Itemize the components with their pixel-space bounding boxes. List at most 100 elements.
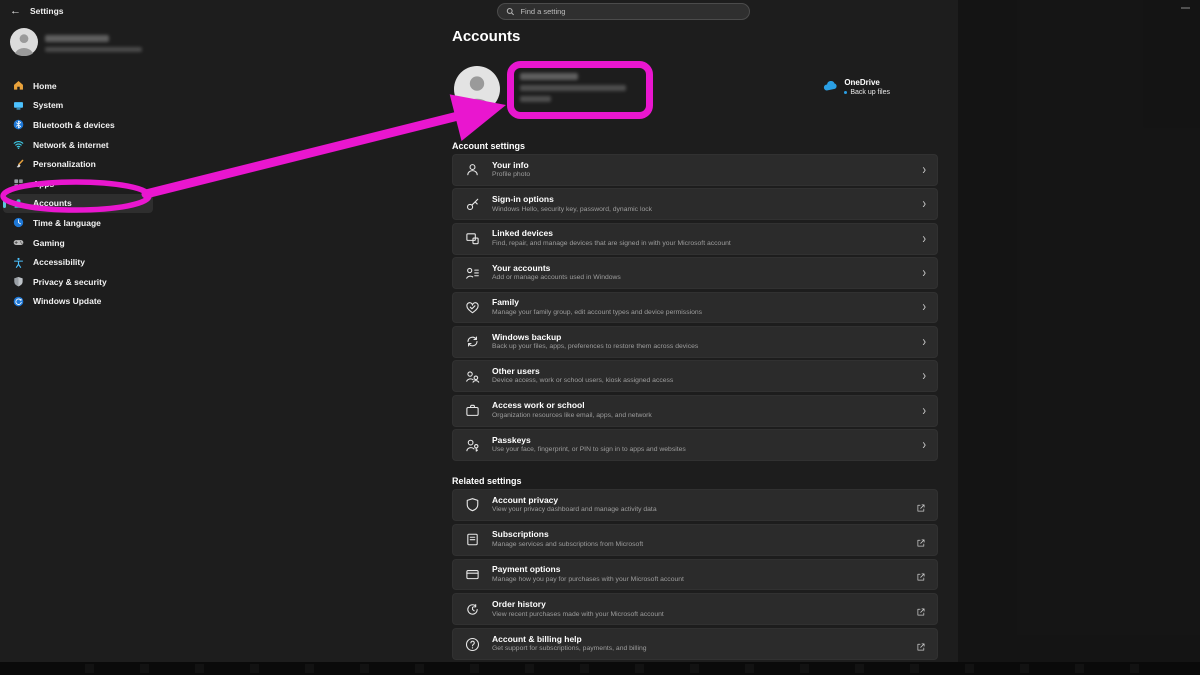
external-link-icon xyxy=(916,639,926,649)
sidebar-item-personalization[interactable]: Personalization xyxy=(3,154,153,174)
user-avatar xyxy=(10,28,38,56)
row-title: Other users xyxy=(492,367,910,376)
row-subtitle: Add or manage accounts used in Windows xyxy=(492,274,910,282)
sidebar-item-windows-update[interactable]: Windows Update xyxy=(3,292,153,312)
row-family[interactable]: Family Manage your family group, edit acc… xyxy=(452,292,938,324)
sidebar-item-accessibility[interactable]: Accessibility xyxy=(3,252,153,272)
row-title: Account & billing help xyxy=(492,635,904,644)
accounts-list-icon xyxy=(464,265,480,281)
row-access-work-school[interactable]: Access work or school Organization resour… xyxy=(452,395,938,427)
sidebar-item-accounts[interactable]: Accounts xyxy=(3,194,153,214)
row-subtitle: View your privacy dashboard and manage a… xyxy=(492,506,904,514)
row-linked-devices[interactable]: Linked devices Find, repair, and manage d… xyxy=(452,223,938,255)
user-email-redacted xyxy=(45,47,142,52)
status-dot-icon xyxy=(844,91,847,94)
profile-name-redacted xyxy=(520,73,578,80)
row-title: Family xyxy=(492,298,910,307)
sidebar: Home System Bluetooth & devices Network … xyxy=(0,24,156,311)
privacy-icon xyxy=(13,276,24,287)
sidebar-item-system[interactable]: System xyxy=(3,96,153,116)
user-name-redacted xyxy=(45,35,109,42)
taskbar-icons xyxy=(85,664,1185,673)
chevron-right-icon: › xyxy=(922,232,926,245)
row-subtitle: View recent purchases made with your Mic… xyxy=(492,611,904,619)
accessibility-icon xyxy=(13,257,24,268)
accounts-icon xyxy=(13,198,24,209)
passkey-icon xyxy=(464,437,480,453)
row-title: Payment options xyxy=(492,565,904,574)
onedrive-block: OneDrive Back up files xyxy=(823,78,890,97)
chevron-right-icon: › xyxy=(922,198,926,211)
external-link-icon xyxy=(916,604,926,614)
sidebar-item-label: Apps xyxy=(33,179,54,189)
chevron-right-icon: › xyxy=(922,335,926,348)
row-subtitle: Organization resources like email, apps,… xyxy=(492,412,910,420)
row-title: Sign-in options xyxy=(492,195,910,204)
chevron-right-icon: › xyxy=(922,267,926,280)
sidebar-item-network-internet[interactable]: Network & internet xyxy=(3,135,153,155)
settings-window: ← Settings Home System xyxy=(0,0,1200,675)
sidebar-nav: Home System Bluetooth & devices Network … xyxy=(0,76,156,311)
row-sign-in-options[interactable]: Sign-in options Windows Hello, security k… xyxy=(452,188,938,220)
profile-avatar xyxy=(454,66,500,112)
row-your-info[interactable]: Your infoProfile photo › xyxy=(452,154,938,186)
row-subscriptions[interactable]: Subscriptions Manage services and subscri… xyxy=(452,524,938,556)
desktop-background xyxy=(958,0,1200,675)
row-payment-options[interactable]: Payment options Manage how you pay for pu… xyxy=(452,559,938,591)
personalization-icon xyxy=(13,159,24,170)
sidebar-item-gaming[interactable]: Gaming xyxy=(3,233,153,253)
chevron-right-icon: › xyxy=(922,404,926,417)
row-account-privacy[interactable]: Account privacyView your privacy dashboa… xyxy=(452,489,938,521)
external-link-icon xyxy=(916,569,926,579)
sidebar-item-bluetooth-devices[interactable]: Bluetooth & devices xyxy=(3,115,153,135)
network-icon xyxy=(13,139,24,150)
linked-devices-icon xyxy=(464,231,480,247)
row-windows-backup[interactable]: Windows backupBack up your files, apps, … xyxy=(452,326,938,358)
sidebar-item-label: Accounts xyxy=(33,198,72,208)
row-passkeys[interactable]: PasskeysUse your face, fingerprint, or P… xyxy=(452,429,938,461)
sidebar-item-label: Personalization xyxy=(33,159,96,169)
sidebar-item-label: Time & language xyxy=(33,218,101,228)
row-title: Linked devices xyxy=(492,229,910,238)
sidebar-item-privacy-security[interactable]: Privacy & security xyxy=(3,272,153,292)
row-order-history[interactable]: Order historyView recent purchases made … xyxy=(452,593,938,625)
arrow-line xyxy=(146,116,458,194)
back-arrow-icon[interactable]: ← xyxy=(10,4,21,18)
row-subtitle: Manage services and subscriptions from M… xyxy=(492,541,904,549)
family-heart-icon xyxy=(464,299,480,315)
profile-detail-redacted xyxy=(520,96,551,102)
taskbar xyxy=(0,662,1200,675)
onedrive-backup-link[interactable]: Back up files xyxy=(844,88,890,97)
order-history-icon xyxy=(464,601,480,617)
search-icon xyxy=(506,7,514,16)
sidebar-item-apps[interactable]: Apps xyxy=(3,174,153,194)
row-subtitle: Back up your files, apps, preferences to… xyxy=(492,343,910,351)
row-subtitle: Windows Hello, security key, password, d… xyxy=(492,206,910,214)
sidebar-item-time-language[interactable]: Time & language xyxy=(3,213,153,233)
gaming-icon xyxy=(13,237,24,248)
system-icon xyxy=(13,100,24,111)
row-subtitle: Find, repair, and manage devices that ar… xyxy=(492,240,910,248)
row-subtitle: Manage how you pay for purchases with yo… xyxy=(492,576,904,584)
onedrive-cloud-icon xyxy=(823,80,838,92)
row-title: Subscriptions xyxy=(492,530,904,539)
row-title: Access work or school xyxy=(492,401,910,410)
search-box[interactable] xyxy=(497,3,750,20)
subscriptions-icon xyxy=(464,532,480,548)
search-input[interactable] xyxy=(520,7,741,16)
row-title: Your accounts xyxy=(492,264,910,273)
sidebar-item-label: Accessibility xyxy=(33,257,85,267)
row-subtitle: Manage your family group, edit account t… xyxy=(492,309,910,317)
row-title: Passkeys xyxy=(492,436,910,445)
row-account-billing-help[interactable]: Account & billing helpGet support for su… xyxy=(452,628,938,660)
row-your-accounts[interactable]: Your accountsAdd or manage accounts used… xyxy=(452,257,938,289)
sidebar-item-home[interactable]: Home xyxy=(3,76,153,96)
chevron-right-icon: › xyxy=(922,439,926,452)
row-subtitle: Device access, work or school users, kio… xyxy=(492,377,910,385)
external-link-icon xyxy=(916,500,926,510)
sidebar-item-label: Gaming xyxy=(33,238,65,248)
bluetooth-icon xyxy=(13,119,24,130)
other-users-icon xyxy=(464,368,480,384)
section-header-account-settings: Account settings xyxy=(452,141,525,151)
row-other-users[interactable]: Other usersDevice access, work or school… xyxy=(452,360,938,392)
